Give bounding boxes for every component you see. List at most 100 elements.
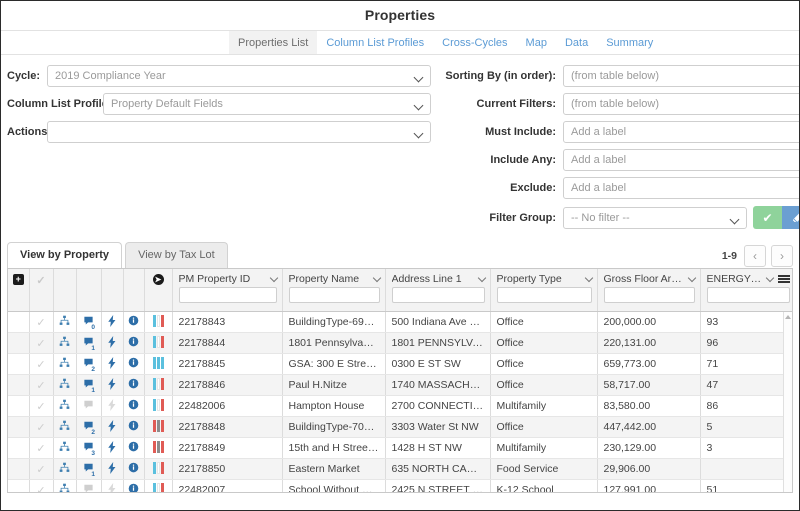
row-status-bars-cell[interactable] bbox=[144, 416, 173, 438]
field-select[interactable] bbox=[47, 121, 431, 143]
bolt-icon[interactable] bbox=[107, 419, 117, 435]
row-select-cell[interactable]: ✓ bbox=[29, 479, 54, 493]
row-status-bars-cell[interactable] bbox=[144, 395, 173, 417]
view-tab-view-by-property[interactable]: View by Property bbox=[7, 242, 123, 268]
chevron-down-icon[interactable] bbox=[687, 273, 696, 282]
row-hierarchy-cell[interactable] bbox=[53, 437, 77, 459]
bolt-icon[interactable] bbox=[107, 314, 117, 330]
menu-icon[interactable] bbox=[777, 274, 790, 284]
row-hierarchy-cell[interactable] bbox=[53, 479, 77, 492]
field-input[interactable]: (from table below) bbox=[563, 93, 799, 115]
bolt-icon[interactable] bbox=[107, 440, 117, 456]
table-row[interactable]: ✓ 1 221788441801 Pennsylvania Ave...1801 P… bbox=[8, 332, 792, 354]
row-info-cell[interactable] bbox=[123, 458, 145, 480]
row-status-bars-cell[interactable] bbox=[144, 332, 173, 354]
bars-icon[interactable] bbox=[152, 398, 164, 411]
bars-icon[interactable] bbox=[152, 335, 164, 348]
row-info-cell[interactable] bbox=[123, 374, 145, 396]
info-icon[interactable] bbox=[128, 420, 139, 434]
row-energy-cell[interactable] bbox=[101, 416, 124, 438]
field-select[interactable]: Property Default Fields bbox=[103, 93, 431, 115]
column-filter-input[interactable] bbox=[706, 287, 790, 303]
vertical-scrollbar[interactable] bbox=[783, 312, 792, 492]
tab-data[interactable]: Data bbox=[556, 31, 597, 54]
row-select-cell[interactable]: ✓ bbox=[29, 395, 54, 417]
expand-all-icon[interactable]: + bbox=[12, 274, 24, 285]
chevron-down-icon[interactable] bbox=[584, 273, 593, 282]
row-expand-cell[interactable] bbox=[8, 437, 30, 459]
sitemap-icon[interactable] bbox=[59, 399, 70, 413]
comment-icon[interactable]: 2 bbox=[83, 357, 95, 373]
row-energy-cell[interactable] bbox=[101, 353, 124, 375]
row-select-cell[interactable]: ✓ bbox=[29, 353, 54, 375]
row-energy-cell[interactable] bbox=[101, 395, 124, 417]
column-filter-input[interactable] bbox=[603, 287, 695, 303]
row-expand-cell[interactable] bbox=[8, 374, 30, 396]
filter-group-select[interactable]: -- No filter -- bbox=[563, 206, 747, 229]
bars-icon[interactable] bbox=[152, 419, 164, 432]
row-comment-cell[interactable] bbox=[76, 479, 102, 492]
chevron-down-icon[interactable] bbox=[765, 273, 774, 282]
table-row[interactable]: ✓ 2 22178845 GSA: 300 E Street SW 0300 E ST … bbox=[8, 353, 792, 375]
filter-apply-button[interactable]: ✔ bbox=[753, 206, 782, 229]
comment-icon[interactable]: 2 bbox=[83, 420, 95, 436]
row-expand-cell[interactable] bbox=[8, 458, 30, 480]
sitemap-icon[interactable] bbox=[59, 462, 70, 476]
bolt-icon[interactable] bbox=[107, 398, 117, 414]
row-status-bars-cell[interactable] bbox=[144, 479, 173, 492]
row-info-cell[interactable] bbox=[123, 416, 145, 438]
comment-icon[interactable]: 1 bbox=[83, 336, 95, 352]
bars-icon[interactable] bbox=[152, 461, 164, 474]
row-select-cell[interactable]: ✓ bbox=[29, 311, 54, 333]
row-hierarchy-cell[interactable] bbox=[53, 311, 77, 333]
info-icon[interactable] bbox=[128, 399, 139, 413]
row-select-cell[interactable]: ✓ bbox=[29, 437, 54, 459]
scroll-columns-icon[interactable]: ➤ bbox=[152, 274, 164, 285]
row-info-cell[interactable] bbox=[123, 311, 145, 333]
column-header-property-name[interactable]: Property Name bbox=[282, 269, 386, 312]
row-comment-cell[interactable] bbox=[76, 395, 102, 417]
comment-icon[interactable]: 0 bbox=[83, 315, 95, 331]
column-header-gross-floor-area-ft[interactable]: Gross Floor Area (ft²) bbox=[597, 269, 701, 312]
info-icon[interactable] bbox=[128, 315, 139, 329]
column-filter-input[interactable] bbox=[288, 287, 380, 303]
row-expand-cell[interactable] bbox=[8, 395, 30, 417]
row-comment-cell[interactable]: 3 bbox=[76, 437, 102, 459]
row-comment-cell[interactable]: 2 bbox=[76, 416, 102, 438]
sitemap-icon[interactable] bbox=[59, 336, 70, 350]
row-select-cell[interactable]: ✓ bbox=[29, 458, 54, 480]
table-row[interactable]: ✓ 0 22178843BuildingType-6990984...500 Ind… bbox=[8, 311, 792, 333]
row-expand-cell[interactable] bbox=[8, 353, 30, 375]
row-comment-cell[interactable]: 1 bbox=[76, 374, 102, 396]
sitemap-icon[interactable] bbox=[59, 441, 70, 455]
next-page-button[interactable]: › bbox=[771, 245, 793, 267]
row-expand-cell[interactable] bbox=[8, 311, 30, 333]
comment-icon[interactable] bbox=[83, 483, 94, 492]
table-row[interactable]: ✓ 22482007School Without Walls ...2425 N … bbox=[8, 479, 792, 493]
row-comment-cell[interactable]: 1 bbox=[76, 332, 102, 354]
filter-clear-button[interactable] bbox=[782, 206, 799, 229]
column-header-pm-property-id[interactable]: PM Property ID bbox=[172, 269, 283, 312]
check-icon[interactable]: ✓ bbox=[36, 463, 45, 476]
row-select-cell[interactable]: ✓ bbox=[29, 416, 54, 438]
table-row[interactable]: ✓ 1 22178850Eastern Market635 NORTH CAROLI… bbox=[8, 458, 792, 480]
tab-map[interactable]: Map bbox=[517, 31, 556, 54]
field-select[interactable]: 2019 Compliance Year bbox=[47, 65, 431, 87]
field-input[interactable]: Add a label bbox=[563, 121, 799, 143]
row-hierarchy-cell[interactable] bbox=[53, 353, 77, 375]
check-icon[interactable]: ✓ bbox=[36, 358, 45, 371]
row-hierarchy-cell[interactable] bbox=[53, 374, 77, 396]
row-info-cell[interactable] bbox=[123, 353, 145, 375]
chevron-down-icon[interactable] bbox=[477, 273, 486, 282]
row-hierarchy-cell[interactable] bbox=[53, 332, 77, 354]
row-energy-cell[interactable] bbox=[101, 479, 124, 492]
row-select-cell[interactable]: ✓ bbox=[29, 332, 54, 354]
table-row[interactable]: ✓ 22482006Hampton House2700 CONNECTICUT A… bbox=[8, 395, 792, 417]
field-input[interactable]: (from table below) bbox=[563, 65, 799, 87]
check-icon[interactable]: ✓ bbox=[36, 484, 45, 493]
row-energy-cell[interactable] bbox=[101, 374, 124, 396]
row-comment-cell[interactable]: 0 bbox=[76, 311, 102, 333]
table-row[interactable]: ✓ 3 2217884915th and H Street Asso...1428 … bbox=[8, 437, 792, 459]
bolt-icon[interactable] bbox=[107, 377, 117, 393]
tab-summary[interactable]: Summary bbox=[597, 31, 662, 54]
